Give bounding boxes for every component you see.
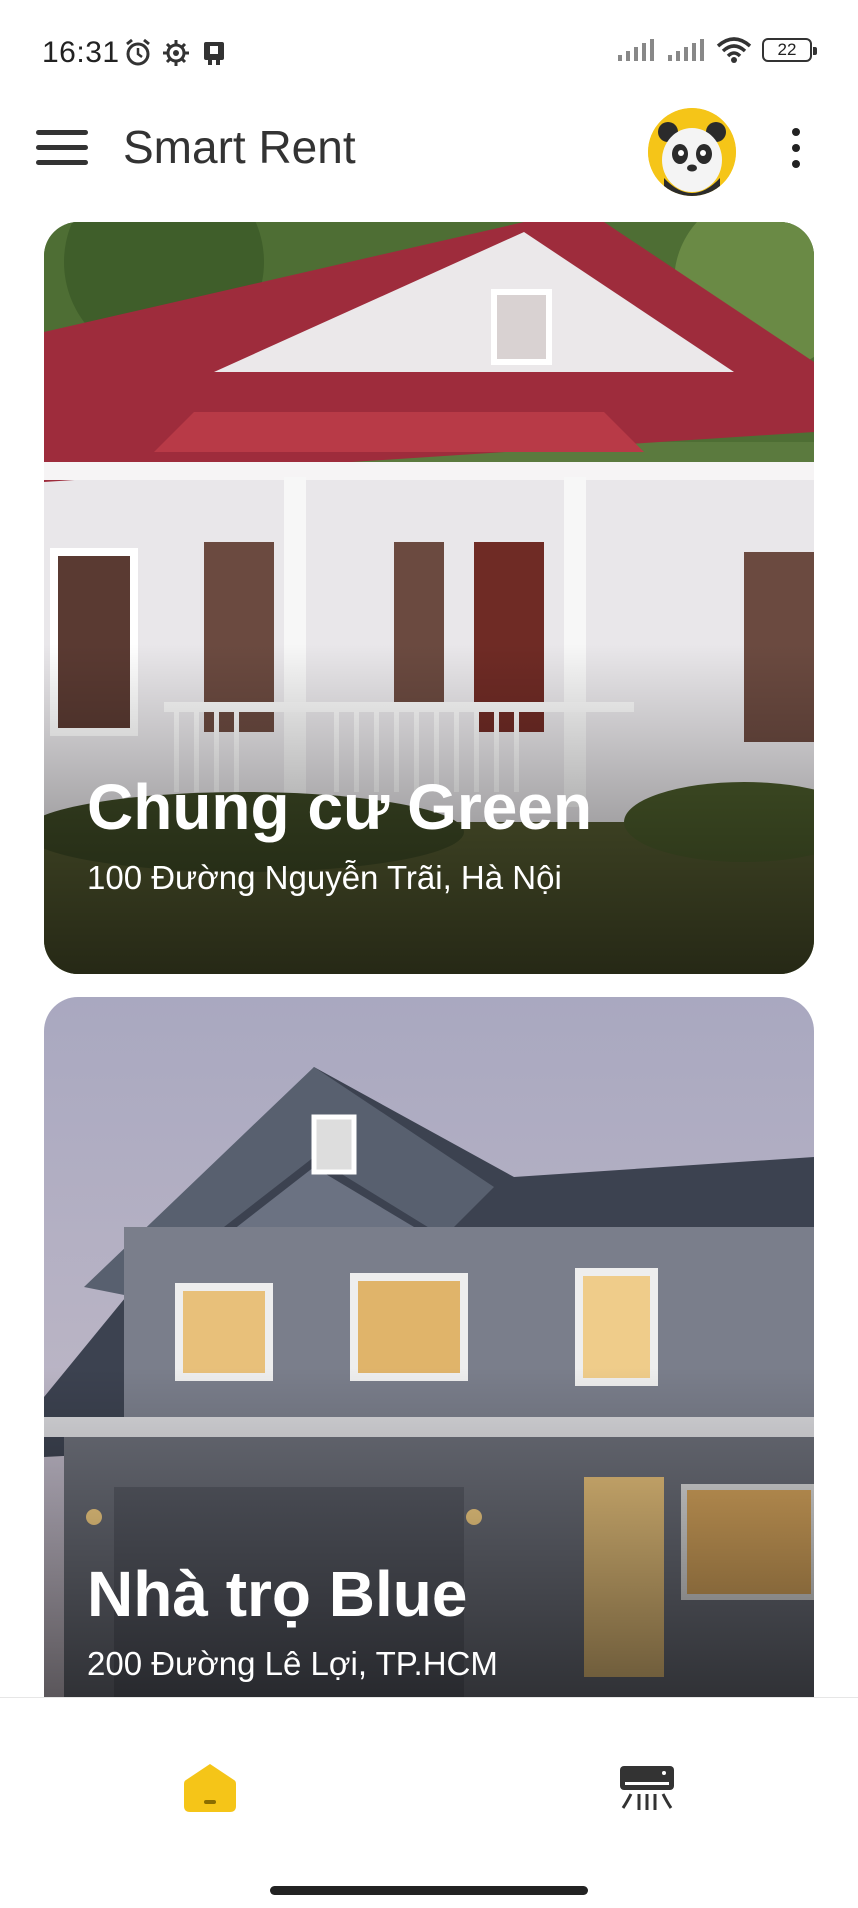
- bottom-navigation: [0, 1697, 858, 1873]
- nav-air-conditioner[interactable]: [617, 1758, 677, 1818]
- status-icons-right: 22: [616, 36, 817, 64]
- hamburger-menu-icon[interactable]: [36, 130, 88, 170]
- signal-icon: [618, 39, 654, 61]
- notification-icon: [204, 42, 224, 65]
- app-title: Smart Rent: [123, 121, 356, 173]
- signal-icon: [668, 39, 704, 61]
- property-card[interactable]: Chung cư Green 100 Đường Nguyễn Trãi, Hà…: [44, 222, 814, 974]
- property-name: Nhà trọ Blue: [87, 1558, 468, 1630]
- status-time: 16:31: [42, 36, 120, 69]
- air-conditioner-icon: [620, 1766, 674, 1810]
- status-icons-left: [123, 38, 229, 68]
- more-vertical-icon[interactable]: [784, 128, 808, 176]
- nav-home[interactable]: [180, 1758, 240, 1818]
- alarm-icon: [126, 38, 150, 66]
- panda-icon: [648, 108, 736, 196]
- home-icon: [184, 1764, 236, 1812]
- property-address: 100 Đường Nguyễn Trãi, Hà Nội: [87, 859, 562, 896]
- home-indicator[interactable]: [270, 1886, 588, 1895]
- property-address: 200 Đường Lê Lợi, TP.HCM: [87, 1645, 498, 1682]
- battery-indicator: 22: [762, 38, 817, 62]
- status-bar: 16:31 22: [0, 0, 858, 100]
- property-name: Chung cư Green: [87, 771, 593, 843]
- wifi-icon: [716, 37, 752, 63]
- panda-avatar[interactable]: [648, 108, 736, 196]
- property-card[interactable]: Nhà trọ Blue 200 Đường Lê Lợi, TP.HCM: [44, 997, 814, 1697]
- settings-icon: [163, 40, 189, 66]
